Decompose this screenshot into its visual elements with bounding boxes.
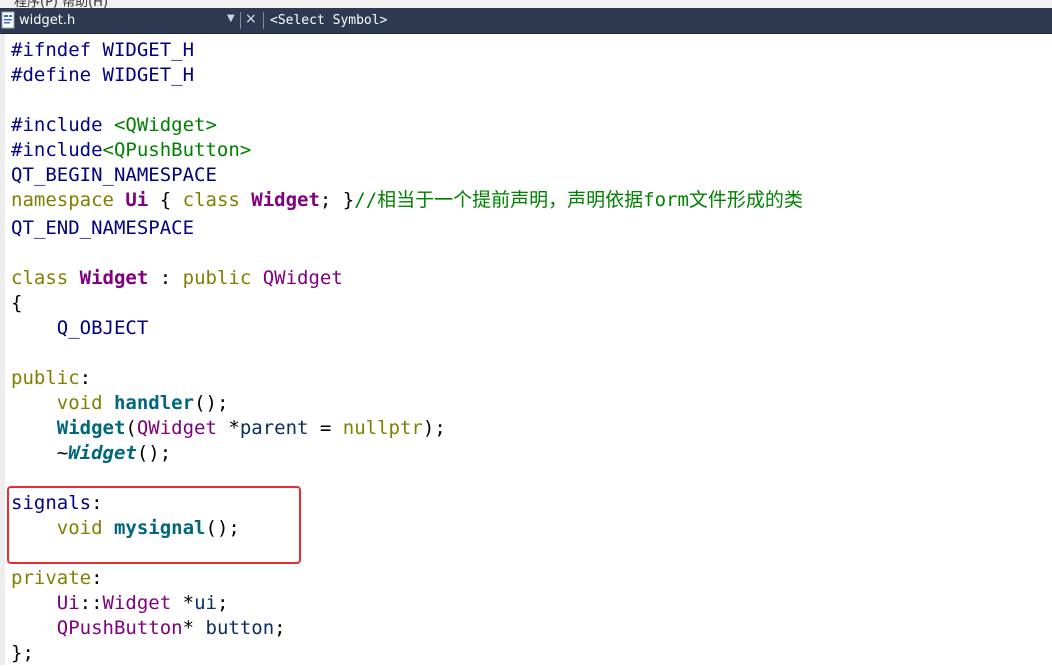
menu-bar-fragment: 程序(P) 帮助(H) bbox=[0, 0, 1052, 8]
code-line-5: #include<QPushButton> bbox=[11, 139, 252, 161]
file-dropdown-icon[interactable]: ▼ bbox=[227, 13, 235, 24]
code-line-16: Widget(QWidget *parent = nullptr); bbox=[56, 417, 446, 439]
code-line-15: void handler(); bbox=[56, 392, 229, 414]
tab-separator bbox=[240, 12, 241, 29]
symbol-selector[interactable]: <Select Symbol> bbox=[270, 13, 387, 28]
code-line-2: #define WIDGET_H bbox=[11, 64, 195, 86]
open-file-name[interactable]: widget.h bbox=[19, 13, 75, 28]
code-line-1: #ifndef WIDGET_H bbox=[11, 39, 195, 61]
code-line-8: QT_END_NAMESPACE bbox=[11, 217, 195, 239]
editor-tab-bar: widget.h ▼ × <Select Symbol> bbox=[0, 8, 1052, 34]
code-line-7: namespace Ui { class Widget; }//相当于一个提前声… bbox=[11, 189, 803, 211]
code-line-12: Q_OBJECT bbox=[56, 317, 149, 339]
code-line-14: public: bbox=[11, 367, 92, 389]
close-file-icon[interactable]: × bbox=[245, 11, 257, 27]
menu-bar-text: 程序(P) 帮助(H) bbox=[14, 0, 109, 8]
code-line-6: QT_BEGIN_NAMESPACE bbox=[11, 164, 217, 186]
code-line-22: private: bbox=[11, 567, 103, 589]
code-line-11: { bbox=[11, 292, 23, 314]
code-line-25: }; bbox=[11, 642, 34, 664]
code-line-23: Ui::Widget *ui; bbox=[56, 592, 229, 614]
code-line-4: #include <QWidget> bbox=[11, 114, 217, 136]
signals-highlight-box bbox=[7, 486, 301, 564]
code-line-10: class Widget : public QWidget bbox=[11, 267, 343, 289]
editor-gutter bbox=[0, 34, 5, 665]
cpp-header-file-icon bbox=[1, 11, 15, 29]
code-editor[interactable]: #ifndef WIDGET_H #define WIDGET_H #inclu… bbox=[0, 34, 1052, 665]
code-line-24: QPushButton* button; bbox=[56, 617, 286, 639]
code-comment: //相当于一个提前声明，声明依据form文件形成的类 bbox=[354, 189, 803, 211]
code-line-17: ~Widget(); bbox=[11, 442, 172, 464]
code-text[interactable]: #ifndef WIDGET_H #define WIDGET_H #inclu… bbox=[11, 38, 803, 666]
tab-separator bbox=[263, 12, 264, 29]
